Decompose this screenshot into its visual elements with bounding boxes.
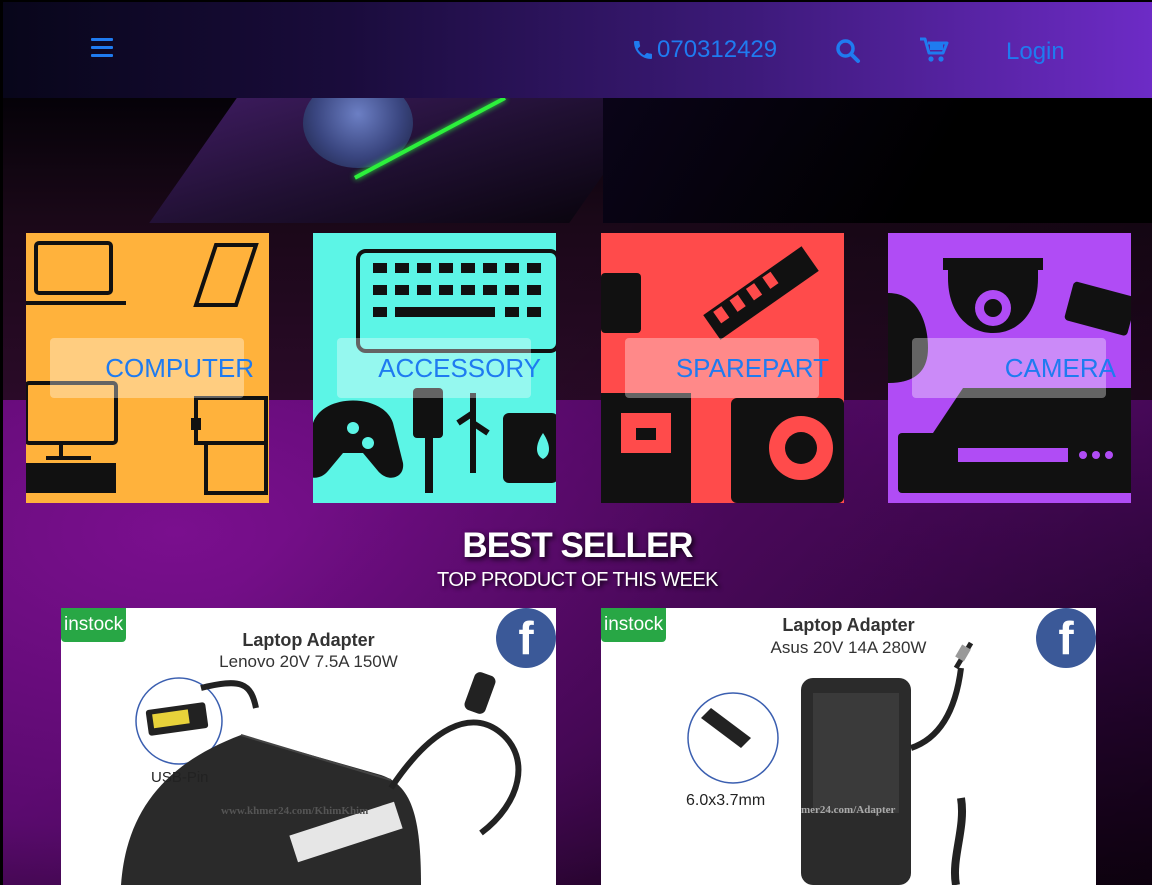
shopping-cart-icon[interactable] [919, 36, 949, 64]
login-link[interactable]: Login [1006, 38, 1065, 66]
page: 070312429 Login COMPUTER ACCESSORY SPARE… [3, 2, 1152, 885]
product-spec: Lenovo 20V 7.5A 150W [219, 652, 398, 671]
search-icon[interactable] [835, 38, 861, 64]
category-label-accessory[interactable]: ACCESSORY [337, 338, 541, 398]
hamburger-menu-icon[interactable] [91, 38, 113, 58]
category-label-computer[interactable]: COMPUTER [50, 338, 254, 398]
best-seller-subtitle: TOP PRODUCT OF THIS WEEK [436, 569, 719, 591]
pin-label: 6.0x3.7mm [686, 792, 766, 809]
watermark: mer24.com/Adapter [801, 804, 896, 816]
category-card-camera[interactable]: CAMERA [888, 233, 1131, 503]
hero-dark-area [603, 98, 1152, 223]
category-row: COMPUTER ACCESSORY SPAREPART CAMERA [3, 233, 1152, 503]
phone-link[interactable]: 070312429 [631, 36, 777, 64]
navbar: 070312429 Login [3, 2, 1152, 98]
category-card-sparepart[interactable]: SPAREPART [601, 233, 844, 503]
category-label-camera[interactable]: CAMERA [912, 338, 1116, 398]
pin-label: USB-Pin [151, 769, 209, 786]
product-card-asus-adapter[interactable]: instock f Laptop Adapter Asus 20V 14A 28… [601, 608, 1096, 885]
phone-number[interactable]: 070312429 [657, 36, 777, 64]
category-card-accessory[interactable]: ACCESSORY [313, 233, 556, 503]
category-card-computer[interactable]: COMPUTER [26, 233, 269, 503]
product-spec: Asus 20V 14A 280W [770, 638, 927, 657]
category-label-sparepart[interactable]: SPAREPART [625, 338, 829, 398]
product-title: Laptop Adapter [782, 615, 915, 635]
phone-icon [634, 41, 652, 59]
product-title: Laptop Adapter [242, 630, 375, 650]
best-seller-title: BEST SELLER [462, 526, 693, 565]
product-card-lenovo-adapter[interactable]: instock f Laptop Adapter Lenovo 20V 7.5A… [61, 608, 556, 885]
watermark: www.khmer24.com/KhimKhim [221, 805, 369, 817]
